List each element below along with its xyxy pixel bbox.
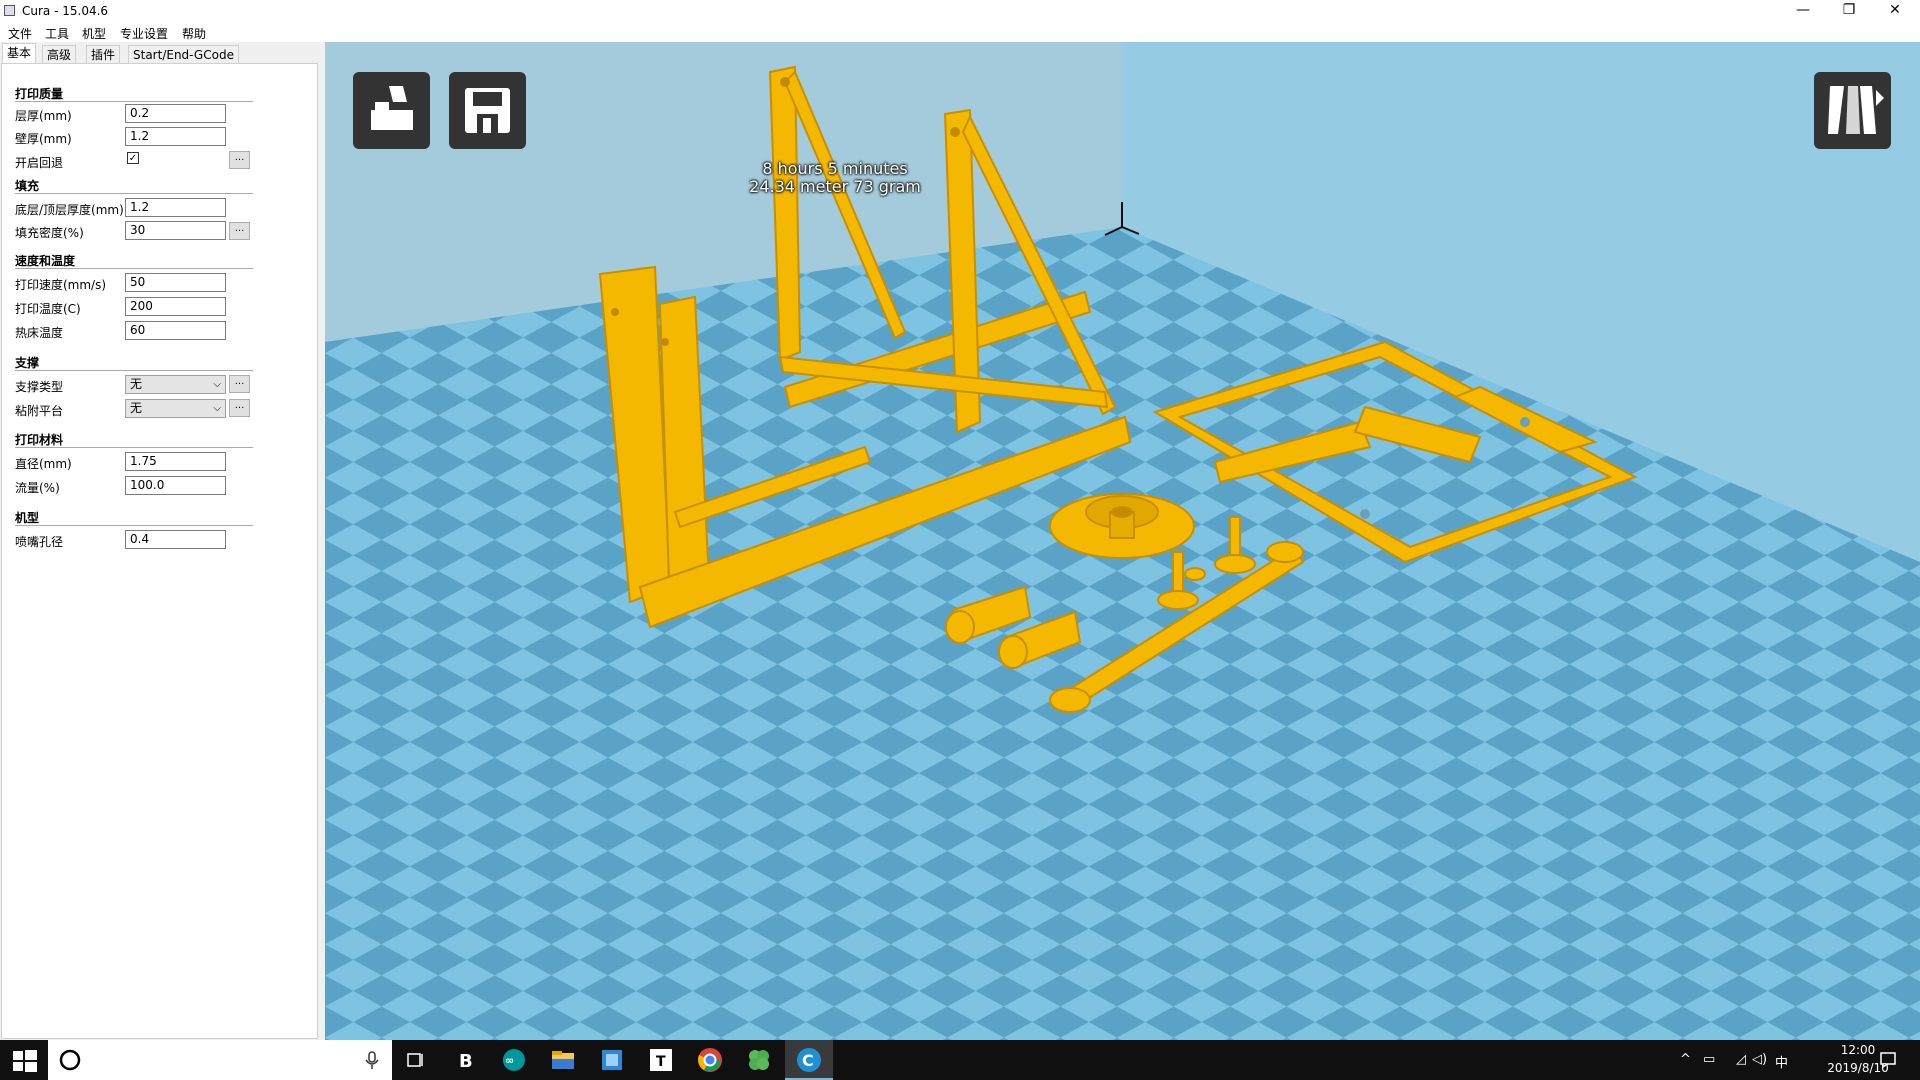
settings-body: 打印质量 层厚(mm) 0.2 壁厚(mm) 1.2 开启回退 ✓ ... 填充…: [1, 63, 318, 1039]
network-icon[interactable]: ◿: [1736, 1052, 1746, 1067]
typora-icon[interactable]: T: [647, 1046, 675, 1074]
section-title-filament: 打印材料: [15, 433, 64, 447]
cura-taskbar-button[interactable]: C: [785, 1040, 833, 1080]
tab-advanced[interactable]: 高级: [42, 45, 77, 64]
load-model-button[interactable]: [353, 72, 430, 149]
section-divider: [15, 525, 253, 526]
view-mode-button[interactable]: [1814, 72, 1891, 149]
section-divider: [15, 101, 253, 102]
settings-panel: 基本 高级 插件 Start/End-GCode 打印质量 层厚(mm) 0.2…: [0, 42, 325, 1040]
build-plate-scene: [325, 42, 1920, 1040]
windows-taskbar: B ∞ T C ^ ▭ ◿ ◁) 中 12:00 2019/8/10: [0, 1040, 1920, 1080]
layer-height-input[interactable]: 0.2: [125, 104, 226, 123]
microphone-icon[interactable]: [362, 1050, 382, 1070]
task-view-icon[interactable]: [402, 1046, 430, 1074]
view-mode-icon: [1828, 86, 1884, 134]
app-b-icon[interactable]: B: [451, 1046, 479, 1074]
flow-label: 流量(%): [15, 481, 60, 495]
save-icon: [465, 88, 510, 133]
section-divider: [15, 370, 253, 371]
retraction-checkbox[interactable]: ✓: [127, 152, 139, 164]
adhesion-label: 粘附平台: [15, 404, 64, 418]
bottom-top-thickness-label: 底层/顶层厚度(mm): [15, 203, 124, 217]
ime-indicator[interactable]: 中: [1775, 1052, 1788, 1071]
cura-app-icon: [4, 5, 15, 16]
bottom-top-thickness-input[interactable]: 1.2: [125, 198, 226, 217]
svg-text:T: T: [656, 1054, 666, 1070]
minimize-button[interactable]: —: [1780, 0, 1826, 22]
print-temp-label: 打印温度(C): [15, 302, 81, 316]
chevron-down-icon: ⌵: [213, 403, 221, 414]
fill-density-label: 填充密度(%): [15, 226, 84, 240]
menu-file[interactable]: 文件: [8, 25, 32, 42]
svg-text:B: B: [459, 1051, 473, 1072]
section-title-fill: 填充: [15, 179, 40, 193]
menu-expert[interactable]: 专业设置: [120, 25, 168, 42]
file-explorer-icon[interactable]: [549, 1046, 577, 1074]
tab-start-end-gcode[interactable]: Start/End-GCode: [128, 45, 239, 64]
tab-plugins[interactable]: 插件: [86, 45, 121, 64]
section-divider: [15, 447, 253, 448]
section-divider: [15, 193, 253, 194]
clover-app-icon[interactable]: [745, 1046, 773, 1074]
section-title-quality: 打印质量: [15, 87, 64, 101]
print-speed-label: 打印速度(mm/s): [15, 278, 107, 292]
nozzle-size-label: 喷嘴孔径: [15, 535, 64, 549]
paint-app-icon[interactable]: [598, 1046, 626, 1074]
support-type-value: 无: [130, 377, 143, 391]
fill-density-input[interactable]: 30: [125, 221, 226, 240]
support-type-select[interactable]: 无 ⌵: [125, 375, 226, 394]
menu-tools[interactable]: 工具: [45, 25, 69, 42]
load-icon: [371, 86, 413, 130]
3d-viewport[interactable]: 8 hours 5 minutes 24.34 meter 73 gram: [325, 42, 1920, 1040]
tab-basic[interactable]: 基本: [2, 43, 37, 64]
title-bar: Cura - 15.04.6 — ❐ ✕: [0, 0, 1920, 22]
cura-icon: C: [797, 1048, 821, 1072]
svg-text:∞: ∞: [505, 1054, 514, 1067]
adhesion-settings-button[interactable]: ...: [229, 399, 250, 417]
save-toolpath-button[interactable]: [449, 72, 526, 149]
section-title-support: 支撑: [15, 356, 40, 370]
adhesion-value: 无: [130, 401, 143, 415]
layer-height-label: 层厚(mm): [15, 109, 72, 123]
section-divider: [15, 268, 253, 269]
chevron-down-icon: ⌵: [213, 379, 221, 390]
section-title-speed: 速度和温度: [15, 254, 76, 268]
chevron-up-icon[interactable]: ^: [1680, 1052, 1691, 1067]
volume-icon[interactable]: ◁): [1752, 1052, 1767, 1067]
print-speed-input[interactable]: 50: [125, 273, 226, 292]
close-button[interactable]: ✕: [1872, 0, 1918, 22]
flow-input[interactable]: 100.0: [125, 476, 226, 495]
diameter-input[interactable]: 1.75: [125, 452, 226, 471]
chrome-icon[interactable]: [696, 1046, 724, 1074]
notification-icon[interactable]: [1878, 1050, 1898, 1070]
support-type-label: 支撑类型: [15, 380, 64, 394]
nozzle-size-input[interactable]: 0.4: [125, 530, 226, 549]
diameter-label: 直径(mm): [15, 457, 72, 471]
print-material-text: 24.34 meter 73 gram: [749, 177, 921, 196]
retraction-settings-button[interactable]: ...: [229, 151, 250, 169]
cortana-icon: [59, 1049, 81, 1071]
shell-thickness-label: 壁厚(mm): [15, 132, 72, 146]
battery-icon[interactable]: ▭: [1703, 1052, 1715, 1067]
arduino-icon[interactable]: ∞: [500, 1046, 528, 1074]
print-time-text: 8 hours 5 minutes: [762, 159, 908, 178]
svg-text:C: C: [802, 1051, 814, 1070]
adhesion-select[interactable]: 无 ⌵: [125, 399, 226, 418]
bed-temp-input[interactable]: 60: [125, 321, 226, 340]
bed-temp-label: 热床温度: [15, 326, 64, 340]
restore-button[interactable]: ❐: [1826, 0, 1872, 22]
support-settings-button[interactable]: ...: [229, 375, 250, 393]
window-title: Cura - 15.04.6: [22, 4, 109, 18]
fill-settings-button[interactable]: ...: [229, 222, 250, 240]
menu-bar: 文件 工具 机型 专业设置 帮助: [0, 22, 1920, 42]
menu-machine[interactable]: 机型: [82, 25, 106, 42]
windows-start-icon[interactable]: [11, 1046, 39, 1074]
retraction-label: 开启回退: [15, 156, 64, 170]
search-box[interactable]: [48, 1040, 392, 1080]
menu-help[interactable]: 帮助: [182, 25, 206, 42]
print-temp-input[interactable]: 200: [125, 297, 226, 316]
section-title-machine: 机型: [15, 511, 40, 525]
shell-thickness-input[interactable]: 1.2: [125, 127, 226, 146]
